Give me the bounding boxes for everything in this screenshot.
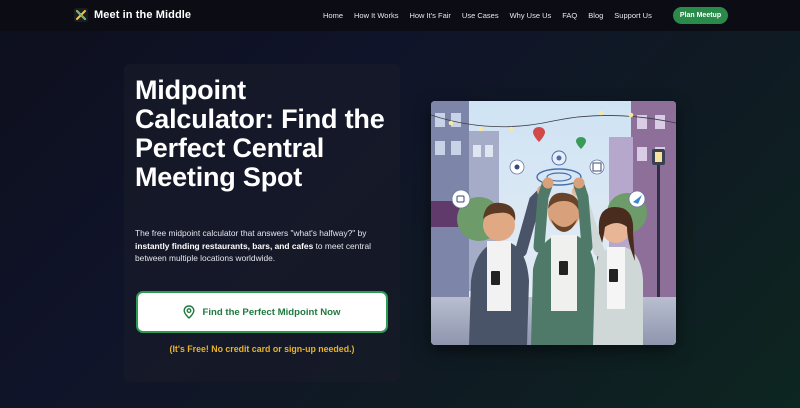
map-pin-icon	[183, 305, 195, 319]
hero-illustration	[431, 101, 676, 345]
find-midpoint-button-label: Find the Perfect Midpoint Now	[202, 306, 341, 318]
nav-links: Home How It Works How It's Fair Use Case…	[323, 10, 663, 21]
brand[interactable]: Meet in the Middle	[74, 8, 191, 22]
free-note: (It's Free! No credit card or sign-up ne…	[169, 344, 355, 354]
nav-link-why-use-us[interactable]: Why Use Us	[510, 10, 552, 21]
nav-link-blog[interactable]: Blog	[588, 10, 603, 21]
friends-meeting-illustration	[431, 101, 676, 345]
top-nav: Meet in the Middle Home How It Works How…	[0, 0, 800, 31]
hero-description: The free midpoint calculator that answer…	[135, 227, 397, 265]
brand-name: Meet in the Middle	[94, 9, 192, 21]
hero-desc-bold: instantly finding restaurants, bars, and…	[135, 240, 314, 251]
hero-desc-prefix: The free midpoint calculator that answer…	[135, 228, 367, 238]
nav-link-faq[interactable]: FAQ	[562, 10, 577, 21]
page-title: Midpoint Calculator: Find the Perfect Ce…	[135, 75, 385, 192]
plan-meetup-button[interactable]: Plan Meetup	[673, 7, 728, 24]
nav-link-how-it-works[interactable]: How It Works	[354, 10, 398, 21]
nav-link-home[interactable]: Home	[323, 10, 343, 21]
nav-link-how-its-fair[interactable]: How It's Fair	[409, 10, 450, 21]
friend-center	[531, 177, 595, 345]
nav-link-use-cases[interactable]: Use Cases	[462, 10, 499, 21]
nav-link-support-us[interactable]: Support Us	[614, 10, 652, 21]
find-midpoint-button[interactable]: Find the Perfect Midpoint Now	[136, 291, 388, 333]
crossed-arrows-logo-icon	[74, 8, 88, 22]
